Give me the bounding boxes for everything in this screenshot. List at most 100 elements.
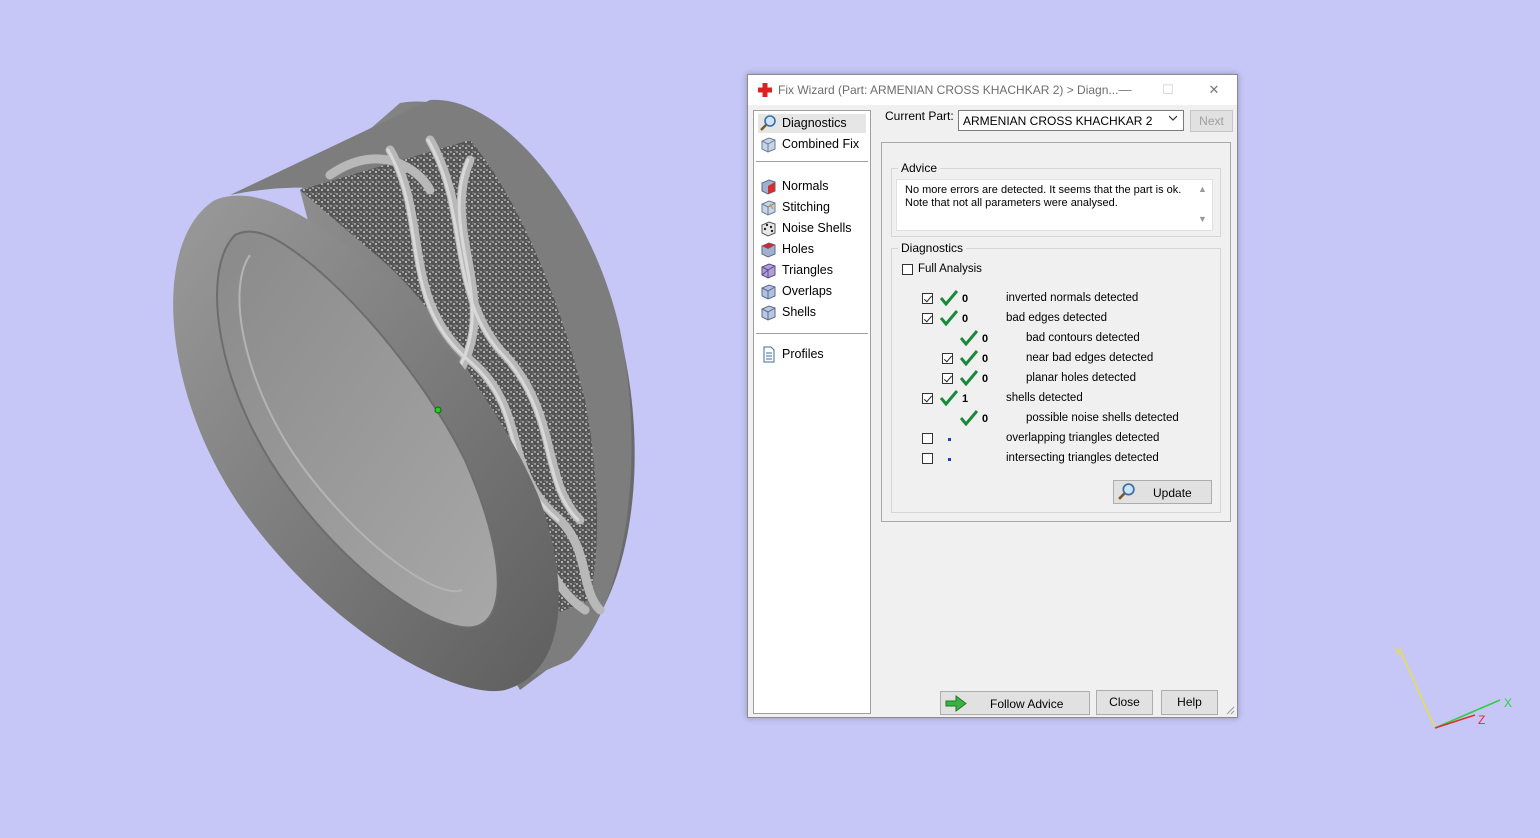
advice-group: Advice No more errors are detected. It s… <box>891 161 1221 237</box>
sidebar-item-profiles[interactable]: Profiles <box>758 345 866 364</box>
sidebar-item-label: Combined Fix <box>782 137 860 151</box>
next-button[interactable]: Next <box>1190 110 1233 132</box>
sidebar-item-label: Triangles <box>782 263 833 277</box>
near-bad-edges-count: 0 <box>982 353 989 365</box>
sidebar-item-label: Profiles <box>782 347 824 361</box>
holes-cube-icon <box>761 242 776 258</box>
noise-shells-count: 0 <box>982 413 989 425</box>
current-part-dropdown[interactable]: ARMENIAN CROSS KHACHKAR 2 <box>958 110 1184 131</box>
help-button[interactable]: Help <box>1161 690 1218 715</box>
sidebar-item-stitching[interactable]: Stitching <box>758 198 866 217</box>
sidebar-item-label: Shells <box>782 305 817 319</box>
diagnostics-group: Diagnostics Full Analysis 0 inverted nor… <box>891 241 1221 513</box>
axis-x-label: X <box>1504 696 1512 710</box>
overlaps-cube-icon <box>761 284 776 300</box>
scroll-down-icon[interactable]: ▼ <box>1198 214 1207 224</box>
sidebar-separator <box>756 333 868 334</box>
fix-category-list[interactable]: Diagnostics Combined Fix Normals Stitchi… <box>753 110 871 714</box>
current-part-value: ARMENIAN CROSS KHACHKAR 2 <box>963 114 1153 128</box>
inverted-normals-checkbox[interactable] <box>922 293 933 304</box>
inverted-normals-label: inverted normals detected <box>1006 292 1139 304</box>
diagnostics-panel: Advice No more errors are detected. It s… <box>881 142 1231 522</box>
window-title: Fix Wizard (Part: ARMENIAN CROSS KHACHKA… <box>778 83 1119 97</box>
close-window-button[interactable]: ✕ <box>1191 75 1237 105</box>
near-bad-edges-label: near bad edges detected <box>1026 352 1154 364</box>
diagnostics-title: Diagnostics <box>898 241 967 255</box>
axis-indicator: Y X Z <box>1394 645 1512 729</box>
sidebar-item-label: Normals <box>782 179 829 193</box>
bad-edges-checkbox[interactable] <box>922 313 933 324</box>
follow-advice-button[interactable]: Follow Advice <box>940 691 1090 715</box>
green-check-icon <box>940 290 958 306</box>
advice-title: Advice <box>898 161 941 175</box>
full-analysis-checkbox[interactable] <box>902 264 913 275</box>
green-check-icon <box>960 350 978 366</box>
sidebar-item-label: Overlaps <box>782 284 833 298</box>
scroll-up-icon[interactable]: ▲ <box>1198 184 1207 194</box>
planar-holes-count: 0 <box>982 373 989 385</box>
sidebar-item-noise-shells[interactable]: Noise Shells <box>758 219 866 238</box>
chevron-down-icon <box>1169 115 1177 121</box>
sidebar-item-label: Stitching <box>782 200 830 214</box>
red-cross-icon <box>758 83 772 97</box>
follow-advice-label: Follow Advice <box>990 697 1064 711</box>
advice-text-box[interactable]: No more errors are detected. It seems th… <box>896 179 1213 231</box>
planar-holes-checkbox[interactable] <box>942 373 953 384</box>
magnifier-icon <box>760 115 776 131</box>
sidebar-item-triangles[interactable]: Triangles <box>758 261 866 280</box>
advice-text: No more errors are detected. It seems th… <box>905 184 1182 209</box>
sidebar-item-combined-fix[interactable]: Combined Fix <box>758 135 866 154</box>
shells-count: 1 <box>962 393 969 405</box>
update-button[interactable]: Update <box>1113 480 1212 504</box>
axis-z-label: Z <box>1478 713 1485 727</box>
resize-grip-icon[interactable] <box>1225 705 1235 715</box>
green-check-icon <box>960 410 978 426</box>
fix-wizard-dialog[interactable]: Fix Wizard (Part: ARMENIAN CROSS KHACHKA… <box>747 74 1238 718</box>
title-bar[interactable]: Fix Wizard (Part: ARMENIAN CROSS KHACHKA… <box>748 75 1237 105</box>
green-check-icon <box>940 390 958 406</box>
overlapping-triangles-label: overlapping triangles detected <box>1006 432 1160 444</box>
green-arrow-icon <box>945 695 967 712</box>
stitching-cube-icon <box>761 200 776 216</box>
advice-scrollbar[interactable]: ▲ ▼ <box>1196 182 1210 228</box>
triangles-cube-icon <box>761 263 776 279</box>
bad-edges-label: bad edges detected <box>1006 312 1108 324</box>
sidebar-item-label: Holes <box>782 242 814 256</box>
noise-shells-label: possible noise shells detected <box>1026 412 1179 424</box>
sidebar-item-label: Noise Shells <box>782 221 852 235</box>
bad-contours-label: bad contours detected <box>1026 332 1140 344</box>
document-icon <box>763 346 775 363</box>
not-analysed-dot-icon <box>948 438 951 441</box>
green-check-icon <box>940 310 958 326</box>
update-label: Update <box>1153 486 1192 500</box>
sidebar-item-overlaps[interactable]: Overlaps <box>758 282 866 301</box>
shells-cube-icon <box>761 305 776 321</box>
green-check-icon <box>960 330 978 346</box>
planar-holes-label: planar holes detected <box>1026 372 1136 384</box>
sidebar-item-diagnostics[interactable]: Diagnostics <box>758 114 866 133</box>
sidebar-item-label: Diagnostics <box>782 116 847 130</box>
sidebar-item-shells[interactable]: Shells <box>758 303 866 322</box>
intersecting-triangles-checkbox[interactable] <box>922 453 933 464</box>
current-part-label: Current Part: <box>885 109 954 123</box>
shells-checkbox[interactable] <box>922 393 933 404</box>
minimize-button[interactable]: — <box>1102 75 1148 105</box>
dice-icon <box>761 221 776 237</box>
sidebar-item-normals[interactable]: Normals <box>758 177 866 196</box>
magnifier-icon <box>1118 483 1135 500</box>
bad-contours-count: 0 <box>982 333 989 345</box>
bad-edges-count: 0 <box>962 313 969 325</box>
sidebar-item-holes[interactable]: Holes <box>758 240 866 259</box>
maximize-button[interactable]: ☐ <box>1145 75 1191 105</box>
normals-cube-icon <box>761 179 776 195</box>
not-analysed-dot-icon <box>948 458 951 461</box>
intersecting-triangles-label: intersecting triangles detected <box>1006 452 1159 464</box>
close-button[interactable]: Close <box>1096 690 1153 715</box>
shells-label: shells detected <box>1006 392 1083 404</box>
green-check-icon <box>960 370 978 386</box>
near-bad-edges-checkbox[interactable] <box>942 353 953 364</box>
overlapping-triangles-checkbox[interactable] <box>922 433 933 444</box>
full-analysis-label: Full Analysis <box>918 263 982 275</box>
inverted-normals-count: 0 <box>962 293 969 305</box>
sidebar-separator <box>756 161 868 162</box>
